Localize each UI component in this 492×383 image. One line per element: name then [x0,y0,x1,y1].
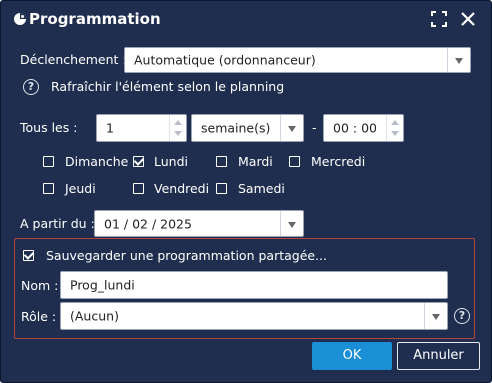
chevron-down-icon[interactable] [447,48,470,72]
checkbox-dimanche[interactable] [43,156,54,167]
window-title: Programmation [29,10,161,28]
day-label-jeudi: Jeudi [65,181,96,196]
checkbox-save-shared[interactable] [23,250,34,261]
start-date-picker[interactable]: 01 / 02 / 2025 [94,210,304,237]
role-help-icon[interactable]: ? [454,308,470,324]
programmation-dialog: Programmation Déclenchement : Automatiqu… [0,0,492,383]
checkbox-lundi[interactable] [133,156,144,167]
unit-select[interactable]: semaine(s) [191,114,304,142]
start-date-label: A partir du : [20,216,95,231]
chevron-down-icon[interactable] [280,211,303,236]
save-shared-label: Sauvegarder une programmation partagée..… [46,248,328,263]
stepper-arrows-icon[interactable] [169,115,186,141]
stepper-arrows-icon[interactable] [386,115,403,141]
every-label: Tous les : [20,120,78,135]
role-label: Rôle : [21,309,57,324]
role-value: (Aucun) [70,308,119,324]
help-icon[interactable]: ? [23,79,39,95]
time-separator: - [312,120,317,135]
day-label-lundi: Lundi [154,154,188,169]
time-stepper[interactable]: 00 : 00 [323,114,404,142]
refresh-hint-text: Rafraîchir l'élément selon le planning [51,79,285,94]
close-icon[interactable] [459,10,477,28]
day-label-vendredi: Vendredi [154,181,210,196]
checkbox-mardi[interactable] [216,156,227,167]
app-logo-icon [13,12,27,26]
day-label-samedi: Samedi [238,181,285,196]
trigger-select[interactable]: Automatique (ordonnanceur) [124,47,471,73]
checkbox-jeudi[interactable] [43,183,54,194]
unit-value: semaine(s) [201,120,271,136]
name-label: Nom : [21,278,59,293]
ok-button[interactable]: OK [312,342,392,370]
checkbox-mercredi[interactable] [289,156,300,167]
frequency-value: 1 [106,120,114,136]
checkbox-vendredi[interactable] [133,183,144,194]
role-select[interactable]: (Aucun) [60,302,448,330]
time-value: 00 : 00 [333,120,377,136]
chevron-down-icon[interactable] [280,115,303,141]
title-bar: Programmation [1,1,491,37]
day-label-dimanche: Dimanche [65,154,129,169]
start-date-value: 01 / 02 / 2025 [104,216,192,231]
day-label-mercredi: Mercredi [311,154,366,169]
checkbox-samedi[interactable] [216,183,227,194]
cancel-button[interactable]: Annuler [397,342,480,370]
trigger-value: Automatique (ordonnanceur) [134,52,316,68]
trigger-label: Déclenchement : [20,52,127,67]
maximize-icon[interactable] [430,10,448,28]
day-label-mardi: Mardi [238,154,273,169]
chevron-down-icon[interactable] [424,303,447,329]
frequency-stepper[interactable]: 1 [96,114,187,142]
name-value: Prog_lundi [70,277,135,293]
name-field[interactable]: Prog_lundi [60,271,448,299]
